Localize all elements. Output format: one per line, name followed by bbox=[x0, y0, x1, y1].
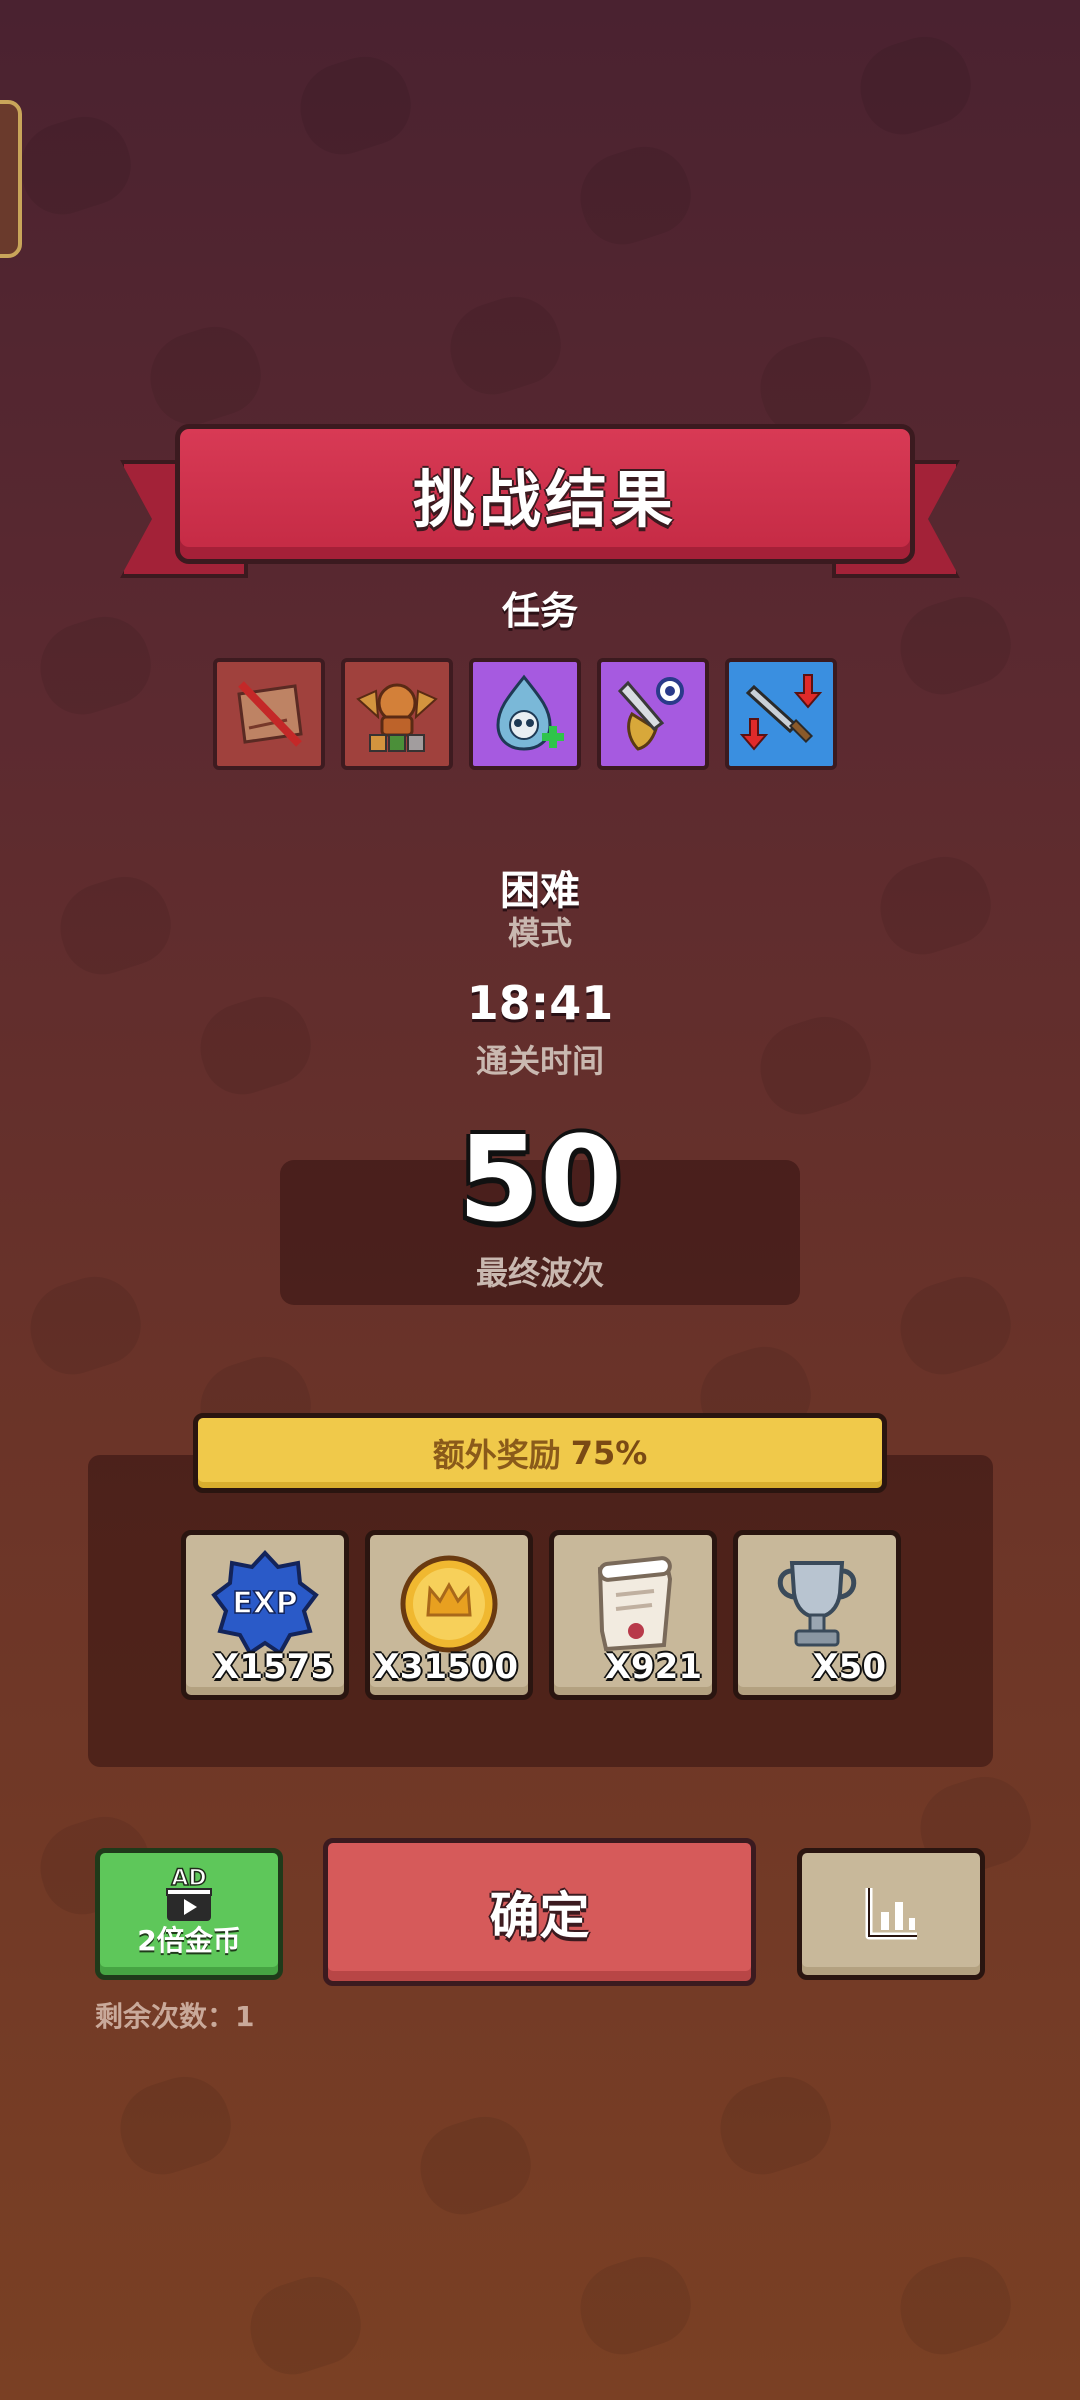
side-tab[interactable] bbox=[0, 100, 22, 258]
task-winged-helmet[interactable] bbox=[341, 658, 453, 770]
bonus-bar: 额外奖励 75% bbox=[193, 1413, 887, 1493]
reward-gold[interactable]: X31500 bbox=[365, 1530, 533, 1700]
reward-trophy[interactable]: X50 bbox=[733, 1530, 901, 1700]
reward-list: EXP X1575 X31500 X921 X50 bbox=[181, 1530, 901, 1700]
bar-chart-icon bbox=[865, 1888, 917, 1940]
ad-badge: AD bbox=[171, 1866, 206, 1891]
confirm-label: 确定 bbox=[489, 1887, 590, 1945]
exp-badge-icon: EXP bbox=[211, 1550, 319, 1656]
dagger-shield-icon bbox=[617, 677, 684, 751]
reward-exp[interactable]: EXP X1575 bbox=[181, 1530, 349, 1700]
task-sword-down[interactable] bbox=[725, 658, 837, 770]
clear-time-label: 通关时间 bbox=[475, 1042, 604, 1080]
clear-time-value: 18:41 bbox=[466, 976, 614, 1030]
trophy-icon bbox=[777, 1561, 857, 1647]
double-gold-ad-button[interactable]: AD 2倍金币 bbox=[95, 1848, 283, 1980]
page-title: 挑战结果 bbox=[412, 463, 677, 536]
gold-coin-icon bbox=[400, 1555, 498, 1653]
crossed-map-icon bbox=[237, 681, 303, 747]
bonus-label: 额外奖励 bbox=[432, 1436, 561, 1474]
final-wave-label: 最终波次 bbox=[475, 1254, 604, 1292]
ad-video-icon: AD bbox=[166, 1865, 212, 1921]
reward-exp-qty: X1575 bbox=[213, 1647, 334, 1687]
mode-label: 模式 bbox=[507, 914, 572, 952]
sword-down-arrows-icon bbox=[739, 674, 823, 751]
task-dagger-shield[interactable] bbox=[597, 658, 709, 770]
reward-scroll[interactable]: X921 bbox=[549, 1530, 717, 1700]
scroll-icon bbox=[597, 1556, 673, 1652]
stats-button[interactable] bbox=[797, 1848, 985, 1980]
tasks-label: 任务 bbox=[501, 589, 578, 633]
reward-scroll-qty: X921 bbox=[604, 1647, 702, 1687]
confirm-button[interactable]: 确定 bbox=[323, 1838, 756, 1986]
skull-drop-plus-icon bbox=[496, 674, 564, 751]
reward-trophy-qty: X50 bbox=[812, 1647, 886, 1687]
reward-gold-qty: X31500 bbox=[373, 1647, 519, 1687]
svg-text:EXP: EXP bbox=[232, 1586, 298, 1621]
ribbon-main: 挑战结果 bbox=[175, 424, 915, 564]
title-banner: 挑战结果 bbox=[120, 420, 960, 578]
task-skull-drop[interactable] bbox=[469, 658, 581, 770]
final-wave-value: 50 bbox=[457, 1110, 623, 1248]
task-crossed-map[interactable] bbox=[213, 658, 325, 770]
task-list bbox=[213, 658, 837, 770]
winged-helmet-icon bbox=[356, 683, 438, 752]
bonus-value: 75% bbox=[570, 1434, 648, 1472]
remaining-count: 剩余次数：1 bbox=[95, 2000, 255, 2033]
double-gold-label: 2倍金币 bbox=[137, 1924, 241, 1957]
